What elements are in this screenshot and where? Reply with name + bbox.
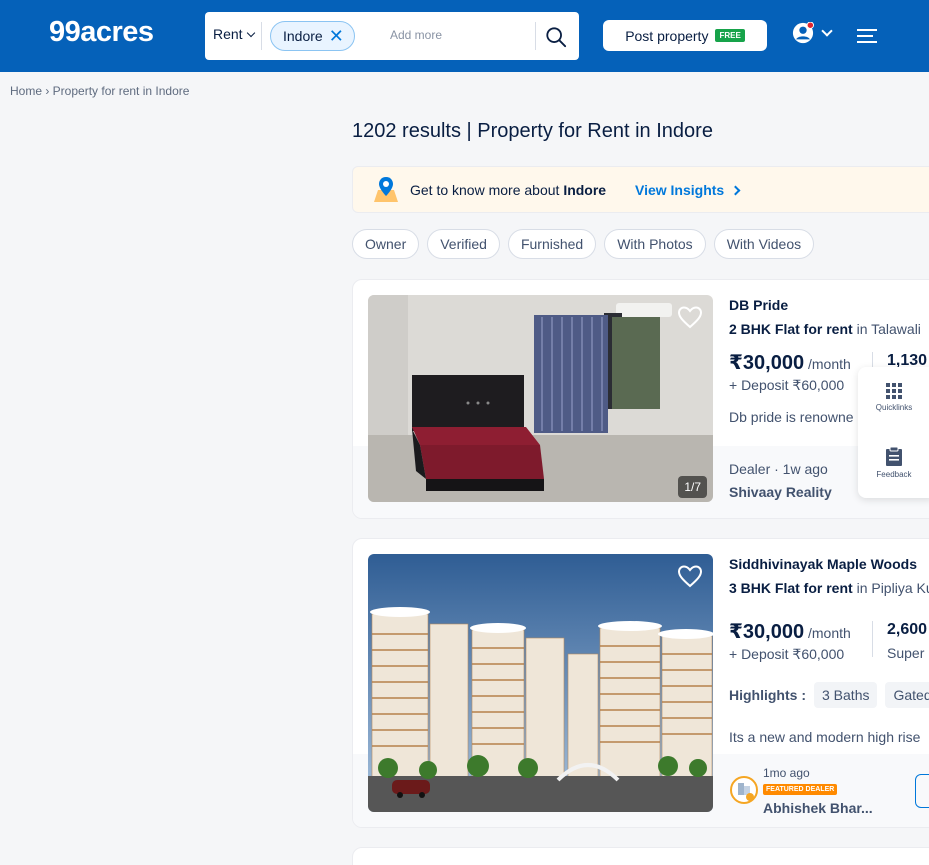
city-chip-label: Indore bbox=[283, 28, 323, 44]
chevron-down-icon[interactable] bbox=[821, 25, 833, 37]
filter-furnished[interactable]: Furnished bbox=[507, 229, 597, 259]
area: 2,600 bbox=[887, 621, 928, 638]
photo-counter: 1/7 bbox=[678, 476, 707, 498]
hamburger-menu-icon[interactable] bbox=[857, 29, 877, 43]
poster-meta: Dealer · 1w ago bbox=[729, 461, 828, 477]
listing-photo[interactable]: 1/7 bbox=[368, 295, 713, 502]
poster-meta: 1mo ago bbox=[763, 766, 810, 780]
search-input[interactable]: Add more bbox=[390, 28, 442, 42]
property-type[interactable]: 2 BHK Flat for rent in Talawali bbox=[729, 321, 921, 337]
top-navbar: 99acres Rent Indore ✕ Add more Post prop… bbox=[0, 0, 929, 72]
divider bbox=[872, 621, 873, 657]
heart-icon[interactable] bbox=[677, 305, 703, 329]
divider bbox=[535, 22, 536, 50]
highlight-chip: 3 Baths bbox=[814, 682, 878, 708]
clipboard-icon bbox=[886, 447, 902, 466]
filter-chips: Owner Verified Furnished With Photos Wit… bbox=[352, 229, 815, 259]
description: Db pride is renowne bbox=[729, 409, 854, 425]
city-chip[interactable]: Indore ✕ bbox=[270, 21, 355, 51]
listing-photo[interactable] bbox=[368, 554, 713, 812]
filter-verified[interactable]: Verified bbox=[427, 229, 500, 259]
mode-select[interactable]: Rent bbox=[213, 26, 255, 42]
poster-name[interactable]: Abhishek Bhar... bbox=[763, 800, 873, 816]
close-icon[interactable]: ✕ bbox=[329, 27, 344, 45]
mode-select-label: Rent bbox=[213, 26, 243, 42]
site-logo[interactable]: 99acres bbox=[49, 16, 154, 49]
heart-icon[interactable] bbox=[677, 564, 703, 588]
feedback-button[interactable]: Feedback bbox=[858, 447, 929, 479]
highlights: Highlights : 3 Baths Gated bbox=[729, 682, 929, 708]
area-type: Super bbox=[887, 645, 925, 661]
project-name[interactable]: DB Pride bbox=[729, 297, 788, 313]
view-insights-link[interactable]: View Insights bbox=[635, 182, 741, 198]
project-name[interactable]: Siddhivinayak Maple Woods bbox=[729, 556, 917, 572]
listing-card[interactable] bbox=[352, 847, 929, 865]
post-property-label: Post property bbox=[625, 27, 709, 44]
insights-banner: Get to know more about Indore View Insig… bbox=[352, 166, 929, 213]
listing-card[interactable]: Siddhivinayak Maple Woods 3 BHK Flat for… bbox=[352, 538, 929, 828]
deposit: + Deposit ₹60,000 bbox=[729, 646, 845, 662]
insights-text: Get to know more about Indore bbox=[410, 182, 607, 198]
bedroom-image bbox=[368, 295, 713, 502]
grid-icon bbox=[886, 383, 902, 399]
contact-button[interactable] bbox=[915, 774, 929, 808]
filter-with-videos[interactable]: With Videos bbox=[713, 229, 815, 259]
quicklinks-button[interactable]: Quicklinks bbox=[858, 383, 929, 412]
breadcrumb[interactable]: Home › Property for rent in Indore bbox=[10, 84, 189, 98]
map-pin-icon bbox=[374, 177, 398, 202]
filter-owner[interactable]: Owner bbox=[352, 229, 420, 259]
deposit: + Deposit ₹60,000 bbox=[729, 377, 845, 393]
listing-card[interactable]: 1/7 DB Pride 2 BHK Flat for rent in Tala… bbox=[352, 279, 929, 519]
free-badge: FREE bbox=[715, 29, 745, 42]
divider bbox=[261, 22, 262, 50]
highlight-chip: Gated bbox=[885, 682, 929, 708]
search-icon[interactable] bbox=[545, 26, 567, 48]
quick-actions-panel: Quicklinks Feedback bbox=[858, 367, 929, 498]
description: Its a new and modern high rise bbox=[729, 729, 921, 745]
featured-dealer-badge: FEATURED DEALER bbox=[763, 784, 838, 795]
page-title: 1202 results | Property for Rent in Indo… bbox=[352, 120, 713, 142]
price: ₹30,000 /month bbox=[729, 621, 851, 643]
price: ₹30,000 /month bbox=[729, 352, 851, 374]
building-image bbox=[368, 554, 713, 812]
user-account-icon[interactable] bbox=[792, 22, 814, 44]
search-bar: Rent Indore ✕ Add more bbox=[205, 12, 579, 60]
dealer-badge-icon bbox=[730, 776, 758, 804]
property-type[interactable]: 3 BHK Flat for rent in Pipliya Ku bbox=[729, 580, 929, 596]
poster-name[interactable]: Shivaay Reality bbox=[729, 484, 832, 500]
post-property-button[interactable]: Post property FREE bbox=[603, 20, 767, 51]
filter-with-photos[interactable]: With Photos bbox=[604, 229, 706, 259]
chevron-right-icon bbox=[730, 185, 741, 195]
chevron-down-icon bbox=[246, 28, 255, 37]
